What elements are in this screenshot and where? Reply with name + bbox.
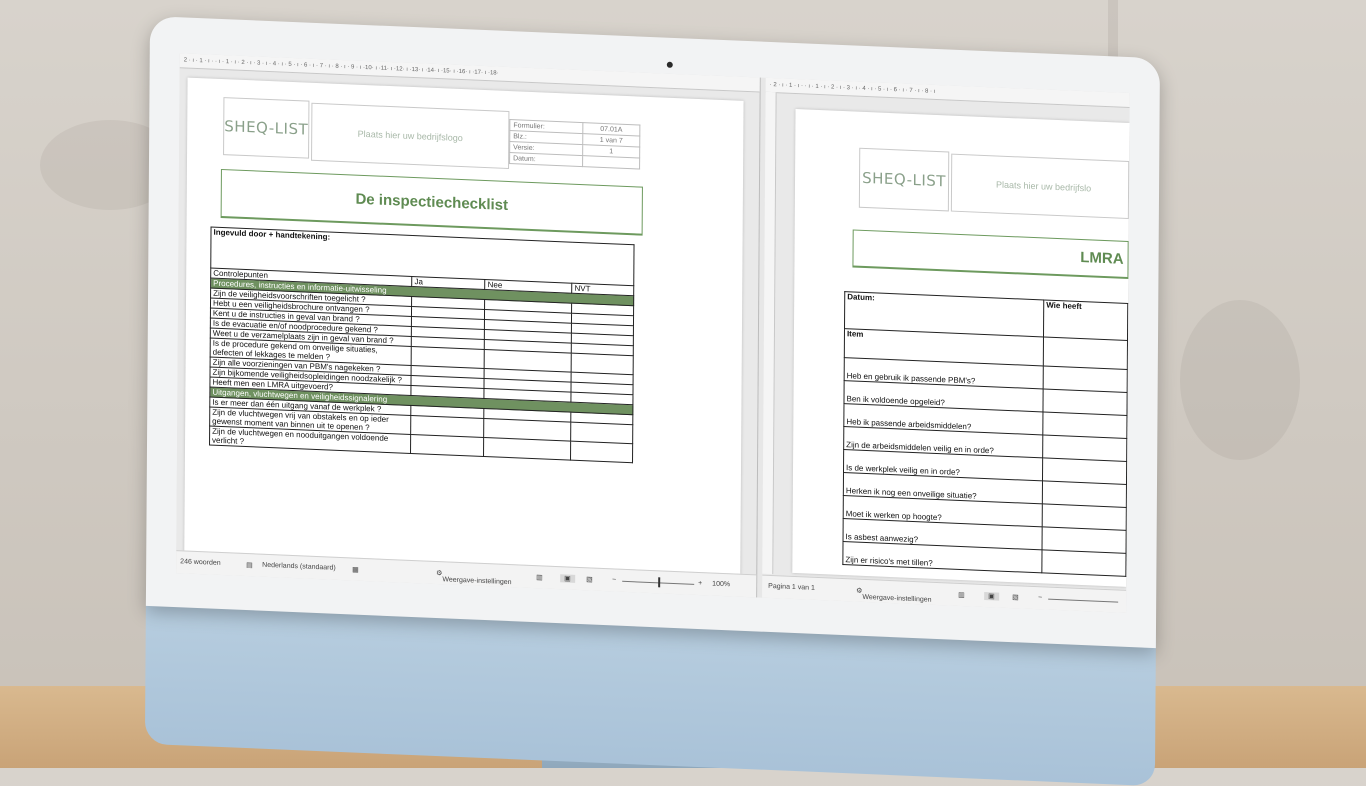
word-count[interactable]: 246 woorden [180, 558, 221, 567]
horizontal-ruler[interactable]: · 2 · ı · 1 · ı · · ı · 1 · ı · 2 · ı · … [765, 77, 1130, 109]
monitor: 2 · ı · 1 · ı · · ı · 1 · ı · 2 · ı · 3 … [0, 0, 1366, 786]
web-layout-icon[interactable]: ▧ [586, 575, 593, 583]
answer-cell-nvt[interactable] [570, 422, 633, 444]
proofing-icon[interactable]: ▤ [246, 561, 253, 569]
answer-cell-nvt[interactable] [571, 353, 634, 375]
read-mode-icon[interactable]: ▥ [536, 573, 543, 581]
document-page[interactable]: SHEQ-LIST Plaats hier uw bedrijfslo LMRA… [792, 109, 1130, 587]
display-settings-label: Weergave-instellingen [442, 576, 512, 587]
zoom-out-button[interactable]: − [612, 576, 616, 583]
zoom-slider[interactable] [1048, 598, 1119, 603]
logo-text: SHEQ-LIST [224, 117, 309, 139]
camera-icon [666, 61, 673, 68]
display-settings-label: Weergave-instellingen [862, 593, 932, 604]
inspection-checklist-table: Ingevuld door + handtekening: Controlepu… [209, 227, 635, 464]
vertical-ruler[interactable] [762, 91, 777, 575]
read-mode-icon[interactable]: ▥ [958, 591, 965, 599]
answer-cell[interactable] [1043, 336, 1128, 370]
logo-text: SHEQ-LIST [862, 168, 947, 191]
answer-cell-nee[interactable] [483, 437, 571, 461]
display-settings-button[interactable]: ⚙ Weergave-instellingen [856, 587, 931, 604]
logo-placeholder: Plaats hier uw bedrijfslogo [311, 102, 510, 170]
screen: 2 · ı · 1 · ı · · ı · 1 · ı · 2 · ı · 3 … [176, 53, 1130, 613]
print-layout-icon[interactable]: ▣ [560, 574, 575, 583]
who-label: Wie heeft [1043, 299, 1128, 341]
company-logo: SHEQ-LIST [858, 147, 950, 212]
monitor-bezel: 2 · ı · 1 · ı · · ı · 1 · ı · 2 · ı · 3 … [144, 16, 1164, 786]
lmra-table: Datum: Wie heeft Item Heb en gebruik ik … [842, 291, 1128, 577]
zoom-out-button[interactable]: − [1038, 594, 1042, 601]
web-layout-icon[interactable]: ▧ [1012, 593, 1019, 601]
company-logo: SHEQ-LIST [223, 97, 310, 159]
word-window-left: 2 · ı · 1 · ı · · ı · 1 · ı · 2 · ı · 3 … [176, 53, 761, 598]
answer-cell[interactable] [1041, 549, 1127, 577]
answer-cell-ja[interactable] [410, 434, 485, 457]
document-title: LMRA [852, 229, 1129, 280]
accessibility-icon[interactable]: ▦ [352, 565, 359, 573]
page-indicator[interactable]: Pagina 1 van 1 [768, 583, 815, 592]
language-indicator[interactable]: Nederlands (standaard) [262, 562, 336, 572]
print-layout-icon[interactable]: ▣ [984, 591, 999, 601]
meta-value [582, 155, 640, 170]
monitor-frame: 2 · ı · 1 · ı · · ı · 1 · ı · 2 · ı · 3 … [145, 16, 1160, 649]
zoom-level[interactable]: 100% [712, 581, 730, 589]
meta-label: Datum: [509, 152, 583, 167]
zoom-slider-thumb[interactable] [658, 577, 661, 588]
word-window-right: · 2 · ı · 1 · ı · · ı · 1 · ı · 2 · ı · … [762, 77, 1130, 613]
form-meta-table: Formulier: 07.01A Blz.: 1 van 7 Versie: 1 D… [509, 119, 640, 170]
display-settings-button[interactable]: ⚙ Weergave-instellingen [436, 569, 511, 586]
logo-placeholder: Plaats hier uw bedrijfslo [950, 153, 1130, 220]
answer-cell-nvt[interactable] [570, 441, 633, 463]
zoom-in-button[interactable]: + [698, 580, 702, 587]
document-title: De inspectiechecklist [220, 168, 643, 236]
document-page[interactable]: SHEQ-LIST Plaats hier uw bedrijfslogo Fo… [184, 77, 744, 581]
